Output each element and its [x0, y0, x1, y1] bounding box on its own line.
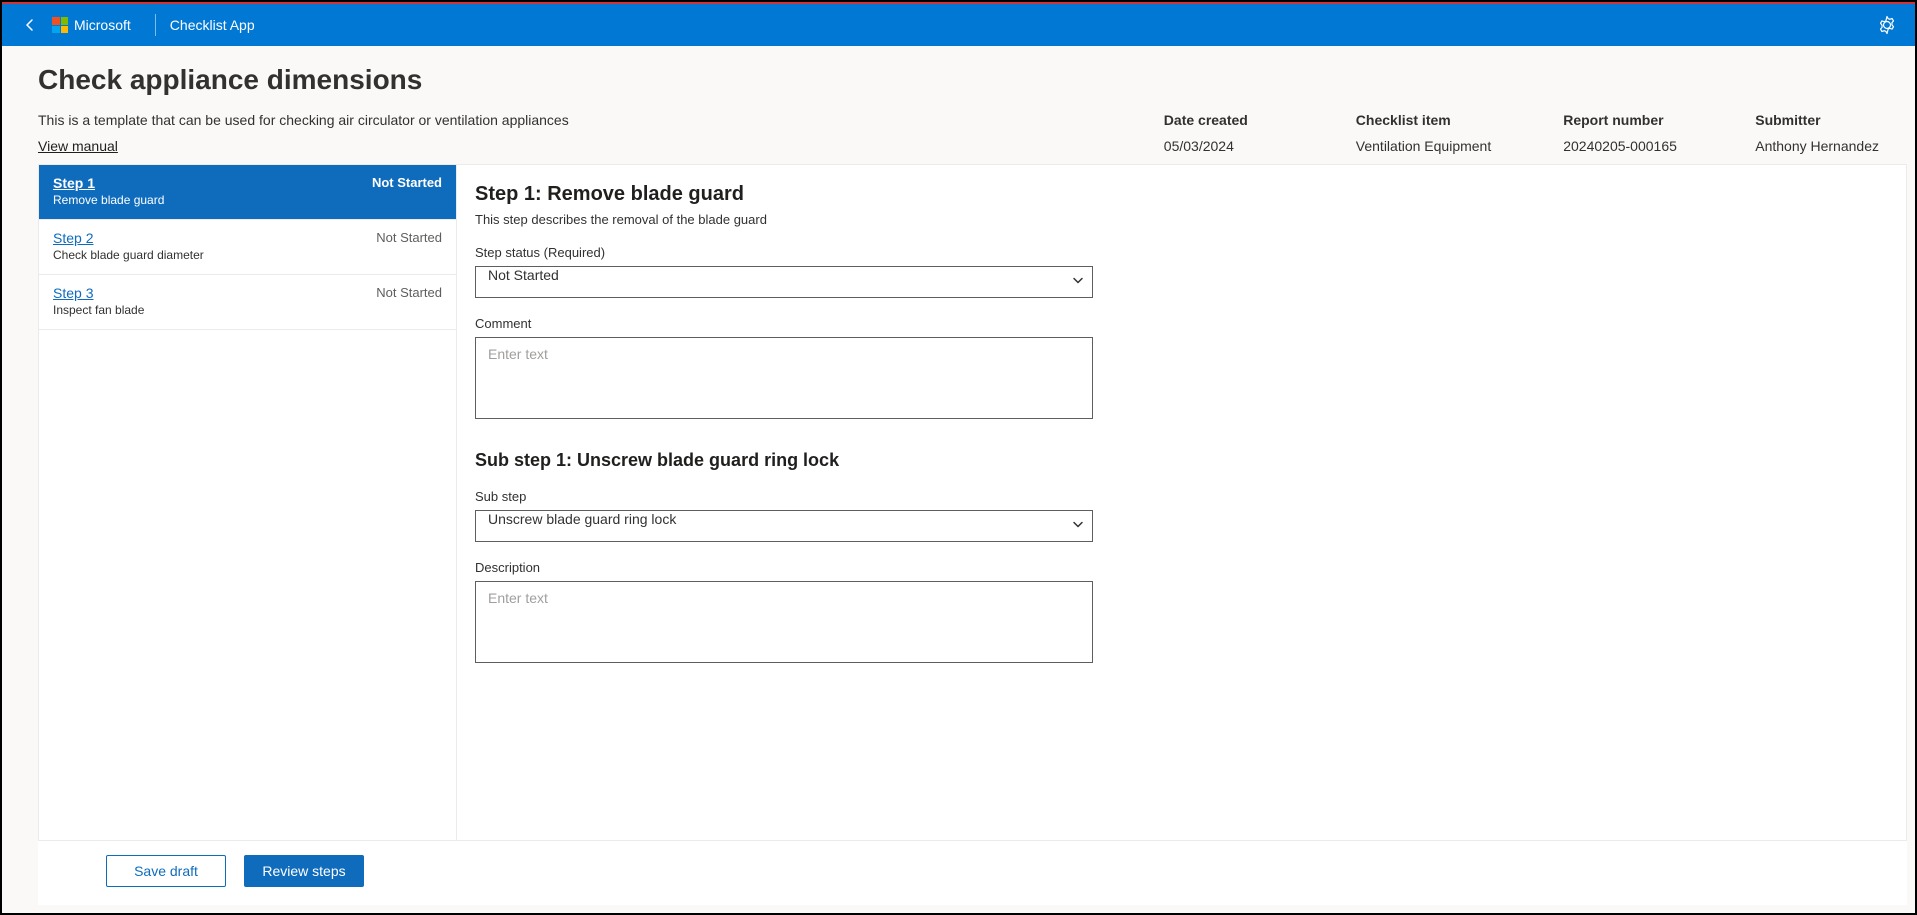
meta-label: Date created: [1164, 112, 1284, 128]
step-subtitle: Remove blade guard: [53, 193, 442, 207]
step-list: Step 1 Not Started Remove blade guard St…: [39, 165, 457, 840]
description-textarea[interactable]: [475, 581, 1093, 663]
step-subtitle: Check blade guard diameter: [53, 248, 442, 262]
topbar: Microsoft Checklist App: [2, 2, 1915, 46]
step-status: Not Started: [376, 230, 442, 245]
microsoft-logo-icon: [52, 17, 68, 33]
meta-label: Submitter: [1755, 112, 1879, 128]
step-item-3[interactable]: Step 3 Not Started Inspect fan blade: [39, 275, 456, 330]
meta-value: Ventilation Equipment: [1356, 138, 1491, 154]
back-button[interactable]: [14, 17, 46, 33]
step-link[interactable]: Step 1: [53, 175, 95, 191]
view-manual-link[interactable]: View manual: [38, 138, 118, 154]
body-area: Step 1 Not Started Remove blade guard St…: [38, 164, 1907, 840]
vendor-brand: Microsoft: [52, 17, 131, 33]
meta-submitter: Submitter Anthony Hernandez: [1755, 112, 1879, 154]
substep-value[interactable]: Unscrew blade guard ring lock: [475, 510, 1093, 542]
save-draft-button[interactable]: Save draft: [106, 855, 226, 887]
detail-description: This step describes the removal of the b…: [475, 212, 1868, 227]
meta-date-created: Date created 05/03/2024: [1164, 112, 1284, 154]
meta-checklist-item: Checklist item Ventilation Equipment: [1356, 112, 1491, 154]
description-label: Description: [475, 560, 1868, 575]
meta-label: Checklist item: [1356, 112, 1491, 128]
meta-value: 20240205-000165: [1563, 138, 1683, 154]
meta-value: 05/03/2024: [1164, 138, 1284, 154]
metadata-row: This is a template that can be used for …: [2, 112, 1915, 158]
footer: Save draft Review steps: [38, 840, 1907, 905]
detail-pane[interactable]: Step 1: Remove blade guard This step des…: [457, 165, 1906, 840]
step-status: Not Started: [372, 175, 442, 190]
meta-value: Anthony Hernandez: [1755, 138, 1879, 154]
page-header: Check appliance dimensions: [2, 46, 1915, 112]
review-steps-button[interactable]: Review steps: [244, 855, 364, 887]
step-status-value[interactable]: Not Started: [475, 266, 1093, 298]
topbar-divider: [155, 14, 156, 36]
step-link[interactable]: Step 3: [53, 285, 93, 301]
step-status-select[interactable]: Not Started: [475, 266, 1093, 298]
step-status-label: Step status (Required): [475, 245, 1868, 260]
gear-icon: [1877, 15, 1897, 35]
app-container: Microsoft Checklist App Check appliance …: [2, 2, 1915, 913]
settings-button[interactable]: [1871, 9, 1903, 41]
step-link[interactable]: Step 2: [53, 230, 93, 246]
step-item-1[interactable]: Step 1 Not Started Remove blade guard: [39, 165, 456, 220]
page-description: This is a template that can be used for …: [38, 112, 1116, 128]
step-item-2[interactable]: Step 2 Not Started Check blade guard dia…: [39, 220, 456, 275]
app-title: Checklist App: [170, 17, 255, 33]
comment-label: Comment: [475, 316, 1868, 331]
vendor-name: Microsoft: [74, 17, 131, 33]
meta-report-number: Report number 20240205-000165: [1563, 112, 1683, 154]
substep-select[interactable]: Unscrew blade guard ring lock: [475, 510, 1093, 542]
meta-label: Report number: [1563, 112, 1683, 128]
substep-title: Sub step 1: Unscrew blade guard ring loc…: [475, 450, 1868, 471]
substep-label: Sub step: [475, 489, 1868, 504]
detail-title: Step 1: Remove blade guard: [475, 183, 1868, 206]
comment-textarea[interactable]: [475, 337, 1093, 419]
step-subtitle: Inspect fan blade: [53, 303, 442, 317]
page-title: Check appliance dimensions: [38, 64, 1879, 96]
step-status: Not Started: [376, 285, 442, 300]
